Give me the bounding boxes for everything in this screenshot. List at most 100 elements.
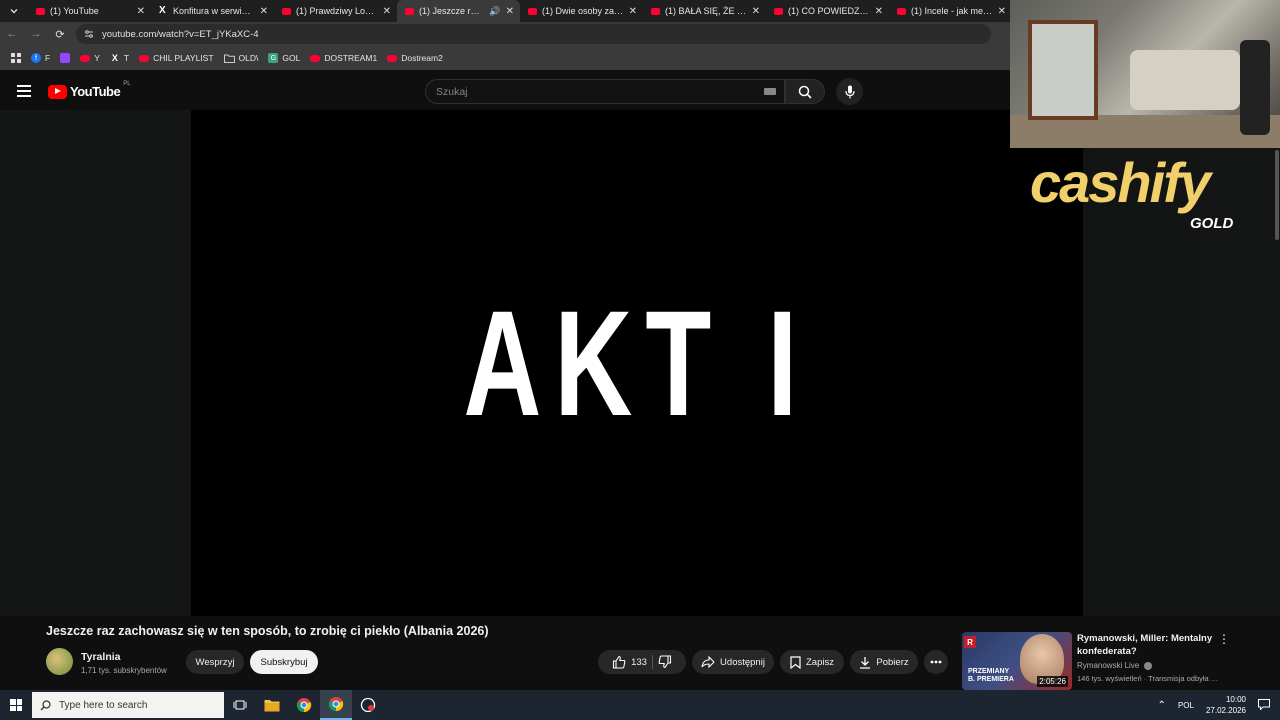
browser-tab[interactable]: X Konfitura w serwisie X ✕ xyxy=(151,0,274,22)
youtube-icon xyxy=(651,7,660,15)
like-button[interactable]: 133 xyxy=(612,655,647,669)
share-button[interactable]: Udostępnij xyxy=(692,650,774,674)
tab-title: (1) Prawdziwy Lombard xyxy=(296,6,378,16)
browser-tab[interactable]: (1) YouTube ✕ xyxy=(28,0,151,22)
webcam-chair xyxy=(1240,40,1270,135)
youtube-logo[interactable]: YouTube PL xyxy=(48,81,131,99)
task-view-button[interactable] xyxy=(224,690,256,720)
channel-badge: R xyxy=(964,636,976,648)
recommended-title[interactable]: Rymanowski, Miller: Mentalny konfederata… xyxy=(1077,632,1217,658)
recommended-thumbnail[interactable]: R PRZEMIANY B. PREMIERA 2:05:26 xyxy=(962,632,1072,690)
site-info-icon[interactable] xyxy=(84,29,94,39)
speaker-icon[interactable]: 🔊 xyxy=(489,6,500,17)
tab-close-icon[interactable]: ✕ xyxy=(875,6,883,17)
channel-avatar[interactable] xyxy=(46,648,73,675)
more-actions-button[interactable] xyxy=(924,650,948,674)
keyboard-icon[interactable] xyxy=(764,88,776,95)
channel-name[interactable]: Tyralnia xyxy=(81,651,121,663)
like-dislike-group: 133 xyxy=(598,650,686,674)
notification-icon[interactable] xyxy=(1258,698,1270,712)
x-icon: X xyxy=(111,53,118,63)
url-field[interactable]: youtube.com/watch?v=ET_jYKaXC-4 xyxy=(76,24,991,44)
bookmark-f[interactable]: fF xyxy=(26,53,55,63)
more-horizontal-icon xyxy=(930,660,942,664)
tab-close-icon[interactable]: ✕ xyxy=(998,6,1006,17)
tab-close-icon[interactable]: ✕ xyxy=(383,6,391,17)
windows-taskbar: Type here to search ⌃ POL 10:00 27.02.20… xyxy=(0,690,1280,720)
file-explorer-button[interactable] xyxy=(256,690,288,720)
webcam-sofa xyxy=(1130,50,1240,110)
tab-close-icon[interactable]: ✕ xyxy=(137,6,145,17)
download-button[interactable]: Pobierz xyxy=(850,650,918,674)
webcam-overlay xyxy=(1010,0,1280,148)
webcam-window xyxy=(1028,20,1098,120)
browser-tab-active[interactable]: (1) Jeszcze raz zach 🔊 ✕ xyxy=(397,0,520,22)
chevron-up-icon[interactable]: ⌃ xyxy=(1158,700,1166,711)
bookmark-old-folder[interactable]: OLD\ xyxy=(219,53,264,63)
support-button[interactable]: Wesprzyj xyxy=(186,650,244,674)
youtube-icon xyxy=(139,54,150,62)
save-button[interactable]: Zapisz xyxy=(780,650,844,674)
tab-close-icon[interactable]: ✕ xyxy=(629,6,637,17)
chrome-icon xyxy=(296,698,312,713)
download-icon xyxy=(860,656,871,669)
recommended-meta: 146 tys. wyświetleń · Transmisja odbyła … xyxy=(1077,674,1219,683)
apps-grid-icon[interactable] xyxy=(6,53,26,63)
subscriber-count: 1,71 tys. subskrybentów xyxy=(81,666,167,675)
search-icon xyxy=(798,85,812,99)
verified-icon xyxy=(1144,661,1153,670)
subscribe-button[interactable]: Subskrybuj xyxy=(250,650,318,674)
browser-tab[interactable]: (1) CO POWIEDZIAŁ TRUMP ✕ xyxy=(766,0,889,22)
tab-title: Konfitura w serwisie X xyxy=(173,6,255,16)
chrome-profile-2-button[interactable] xyxy=(320,690,352,720)
task-view-icon xyxy=(233,700,247,710)
voice-search-button[interactable] xyxy=(836,78,863,105)
bookmark-gol[interactable]: G GOL xyxy=(263,53,305,63)
start-button[interactable] xyxy=(0,690,32,720)
recommendation-menu-icon[interactable]: ⋮ xyxy=(1218,632,1230,646)
tab-close-icon[interactable]: ✕ xyxy=(752,6,760,17)
browser-tab[interactable]: (1) BAŁA SIĘ, ŻE STRACI ✕ xyxy=(643,0,766,22)
folder-icon xyxy=(223,54,235,63)
bookmark-dostream2[interactable]: Dostream2 xyxy=(382,53,448,63)
recommended-video[interactable]: R PRZEMIANY B. PREMIERA 2:05:26 Rymanows… xyxy=(962,632,1218,690)
browser-tab[interactable]: (1) Dwie osoby zamordowane ✕ xyxy=(520,0,643,22)
video-duration: 2:05:26 xyxy=(1037,676,1068,687)
reload-icon[interactable]: ⟳ xyxy=(48,28,72,41)
clock[interactable]: 10:00 27.02.2026 xyxy=(1206,694,1246,716)
folder-icon xyxy=(264,699,280,711)
back-arrow-icon[interactable]: ← xyxy=(0,28,24,40)
dislike-button[interactable] xyxy=(658,655,672,669)
bookmark-chil-playlist[interactable]: CHIL PLAYLIST xyxy=(134,53,218,63)
search-input[interactable]: Szukaj xyxy=(425,79,785,104)
tab-title: (1) YouTube xyxy=(50,6,99,16)
bookmark-t[interactable]: XT xyxy=(105,53,134,63)
forward-arrow-icon[interactable]: → xyxy=(24,28,48,40)
recommended-channel[interactable]: Rymanowski Live xyxy=(1077,661,1153,670)
x-icon: X xyxy=(159,5,166,16)
youtube-icon xyxy=(282,7,291,15)
youtube-header: YouTube PL Szukaj xyxy=(0,72,1010,110)
recording-app-button[interactable] xyxy=(352,690,384,720)
thumbs-down-icon xyxy=(658,655,671,669)
tab-search-button[interactable] xyxy=(0,0,28,22)
menu-icon[interactable] xyxy=(17,85,31,97)
twitch-icon xyxy=(60,53,71,63)
language-indicator[interactable]: POL xyxy=(1178,701,1194,710)
browser-tab[interactable]: (1) Prawdziwy Lombard ✕ xyxy=(274,0,397,22)
bookmark-twitch[interactable] xyxy=(55,53,75,63)
taskbar-search[interactable]: Type here to search xyxy=(32,692,224,718)
video-player[interactable]: AKT I xyxy=(191,110,1083,616)
tab-close-icon[interactable]: ✕ xyxy=(506,6,514,17)
tab-title: (1) BAŁA SIĘ, ŻE STRACI xyxy=(665,6,747,16)
bookmark-y[interactable]: Y xyxy=(75,53,105,63)
search-button[interactable] xyxy=(785,79,825,104)
search-icon xyxy=(40,699,51,710)
chevron-down-icon xyxy=(10,9,18,14)
bookmark-dostream1[interactable]: DOSTREAM1 xyxy=(305,53,382,63)
chrome-profile-1-button[interactable] xyxy=(288,690,320,720)
share-arrow-icon xyxy=(701,656,715,668)
browser-tab[interactable]: (1) Incele - jak media ✕ xyxy=(889,0,1012,22)
windows-logo-icon xyxy=(10,699,22,711)
tab-close-icon[interactable]: ✕ xyxy=(260,6,268,17)
